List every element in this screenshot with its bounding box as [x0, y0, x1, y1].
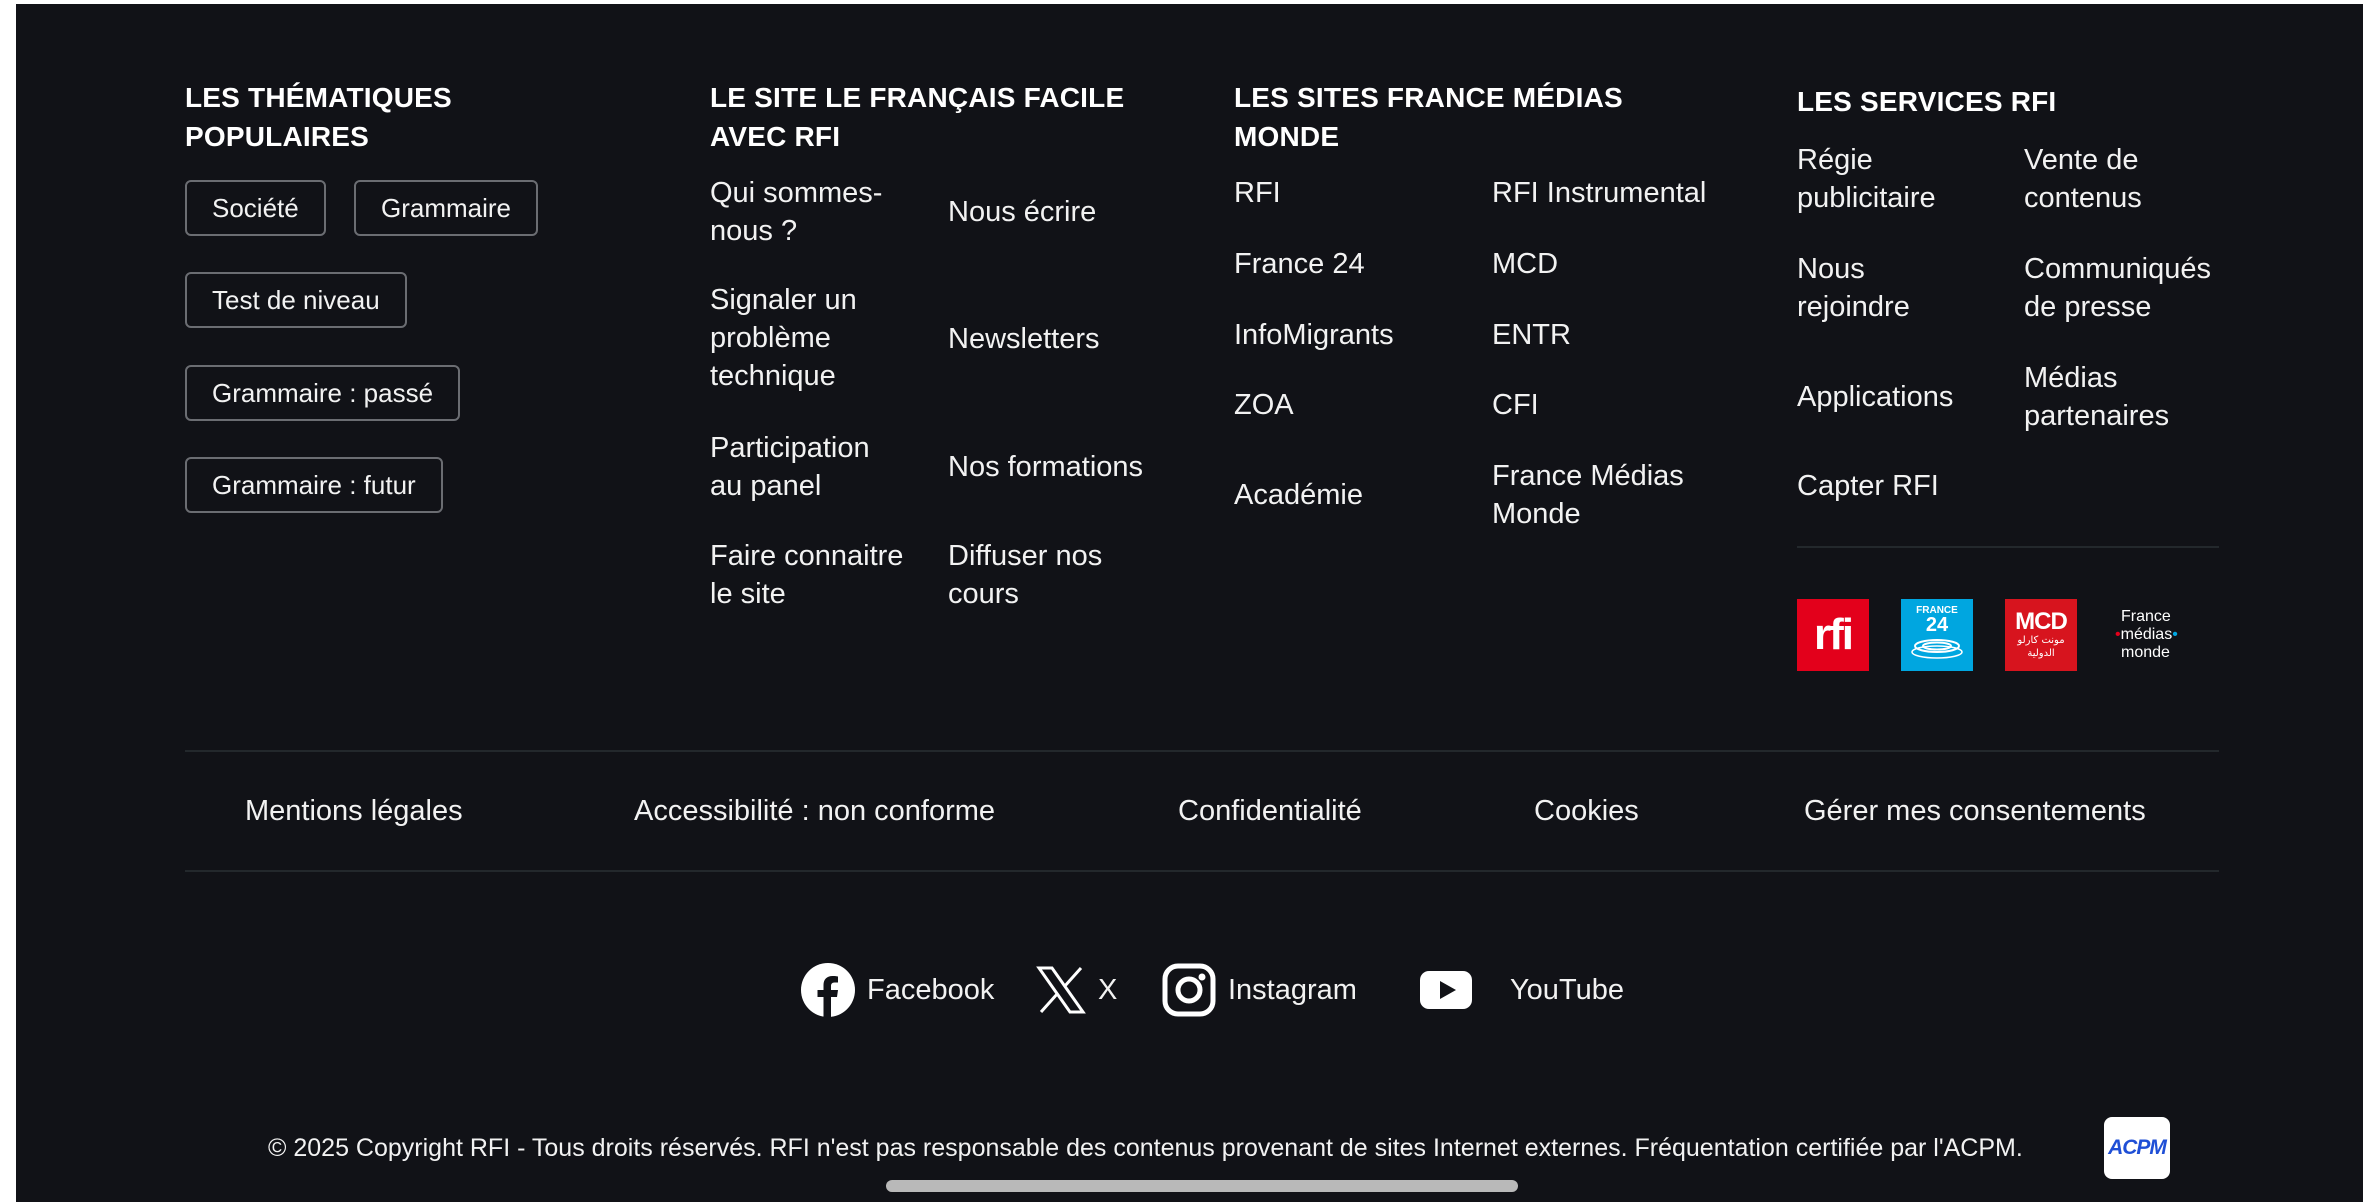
- instagram-icon: [1162, 963, 1216, 1017]
- x-icon: [1036, 966, 1086, 1014]
- tag-grammaire-futur[interactable]: Grammaire : futur: [185, 457, 443, 513]
- tag-grammaire-passe[interactable]: Grammaire : passé: [185, 365, 461, 421]
- link-accessibilite[interactable]: Accessibilité : non conforme: [634, 792, 995, 830]
- legal-bottom-divider: [185, 870, 2219, 872]
- france24-logo[interactable]: FRANCE 24: [1901, 599, 1973, 671]
- fmm-logo-line-1: France: [2121, 608, 2171, 625]
- link-vente-contenus[interactable]: Vente de contenus: [2024, 141, 2142, 217]
- link-diffuser-cours[interactable]: Diffuser nos cours: [948, 537, 1102, 613]
- link-mcd[interactable]: MCD: [1492, 245, 1558, 283]
- link-infomigrants[interactable]: InfoMigrants: [1234, 316, 1394, 354]
- x-label: X: [1098, 973, 1118, 1006]
- link-newsletters[interactable]: Newsletters: [948, 320, 1100, 358]
- link-participation-panel[interactable]: Participation au panel: [710, 429, 870, 505]
- mcd-logo-arabic-2: الدولية: [2027, 648, 2055, 659]
- link-gerer-consentements[interactable]: Gérer mes consentements: [1804, 792, 2146, 830]
- acpm-logo-text: ACPM: [2108, 1136, 2167, 1159]
- link-regie-publicitaire[interactable]: Régie publicitaire: [1797, 141, 1936, 217]
- rfi-logo[interactable]: rfi: [1797, 599, 1869, 671]
- instagram-link[interactable]: Instagram: [1162, 960, 1357, 1020]
- facebook-label: Facebook: [867, 973, 995, 1006]
- rfi-logo-text: rfi: [1814, 610, 1854, 659]
- link-confidentialite[interactable]: Confidentialité: [1178, 792, 1362, 830]
- tag-societe[interactable]: Société: [185, 180, 326, 236]
- site-heading: LE SITE LE FRANÇAIS FACILE AVEC RFI: [710, 82, 1125, 152]
- mcd-logo-text: MCD: [2015, 608, 2068, 635]
- fmm-logo-line-2: •médias•: [2115, 626, 2178, 643]
- tag-grammaire[interactable]: Grammaire: [354, 180, 539, 236]
- link-qui-sommes-nous[interactable]: Qui sommes-nous ?: [710, 174, 882, 250]
- link-applications[interactable]: Applications: [1797, 378, 1953, 416]
- link-france-24[interactable]: France 24: [1234, 245, 1365, 283]
- youtube-link[interactable]: YouTube: [1418, 960, 1624, 1020]
- mcd-logo[interactable]: MCD مونت كارلو الدولية: [2005, 599, 2077, 671]
- link-communiques-presse[interactable]: Communiqués de presse: [2024, 250, 2211, 326]
- link-signaler-probleme[interactable]: Signaler un problème technique: [710, 281, 857, 395]
- acpm-logo[interactable]: ACPM: [2104, 1117, 2170, 1179]
- copyright-text: © 2025 Copyright RFI - Tous droits réser…: [268, 1134, 2023, 1162]
- link-medias-partenaires[interactable]: Médias partenaires: [2024, 359, 2169, 435]
- x-link[interactable]: X: [1036, 960, 1117, 1020]
- tag-test-de-niveau[interactable]: Test de niveau: [185, 272, 407, 328]
- rfi-services-heading: LES SERVICES RFI: [1797, 86, 2057, 117]
- mcd-logo-arabic-1: مونت كارلو: [2017, 635, 2065, 646]
- link-france-medias-monde[interactable]: France Médias Monde: [1492, 457, 1684, 533]
- france24-waves-icon: [1911, 639, 1963, 659]
- youtube-icon: [1420, 971, 1472, 1009]
- home-indicator[interactable]: [886, 1180, 1518, 1192]
- youtube-label: YouTube: [1510, 973, 1624, 1006]
- fmm-logo-line-3: monde: [2121, 644, 2170, 661]
- link-nous-ecrire[interactable]: Nous écrire: [948, 193, 1096, 231]
- link-cfi[interactable]: CFI: [1492, 386, 1539, 424]
- link-mentions-legales[interactable]: Mentions légales: [245, 792, 463, 830]
- services-divider: [1797, 546, 2219, 548]
- fmm-sites-heading: LES SITES FRANCE MÉDIAS MONDE: [1234, 82, 1623, 152]
- france-medias-monde-logo[interactable]: France •médias• monde: [2109, 599, 2189, 671]
- link-cookies[interactable]: Cookies: [1534, 792, 1639, 830]
- popular-topics-heading: LES THÉMATIQUES POPULAIRES: [185, 82, 452, 152]
- link-zoa[interactable]: ZOA: [1234, 386, 1294, 424]
- link-nous-rejoindre[interactable]: Nous rejoindre: [1797, 250, 1910, 326]
- legal-top-divider: [185, 750, 2219, 752]
- link-rfi-instrumental[interactable]: RFI Instrumental: [1492, 174, 1706, 212]
- facebook-link[interactable]: Facebook: [801, 960, 994, 1020]
- link-entr[interactable]: ENTR: [1492, 316, 1571, 354]
- link-faire-connaitre[interactable]: Faire connaitre le site: [710, 537, 903, 613]
- link-nos-formations[interactable]: Nos formations: [948, 448, 1143, 486]
- footer: LES THÉMATIQUES POPULAIRES Société Gramm…: [16, 4, 2363, 1202]
- instagram-label: Instagram: [1228, 973, 1357, 1006]
- facebook-icon: [801, 963, 855, 1017]
- link-capter-rfi[interactable]: Capter RFI: [1797, 467, 1939, 505]
- link-academie[interactable]: Académie: [1234, 476, 1363, 514]
- france24-logo-number: 24: [1925, 614, 1949, 636]
- link-rfi[interactable]: RFI: [1234, 174, 1281, 212]
